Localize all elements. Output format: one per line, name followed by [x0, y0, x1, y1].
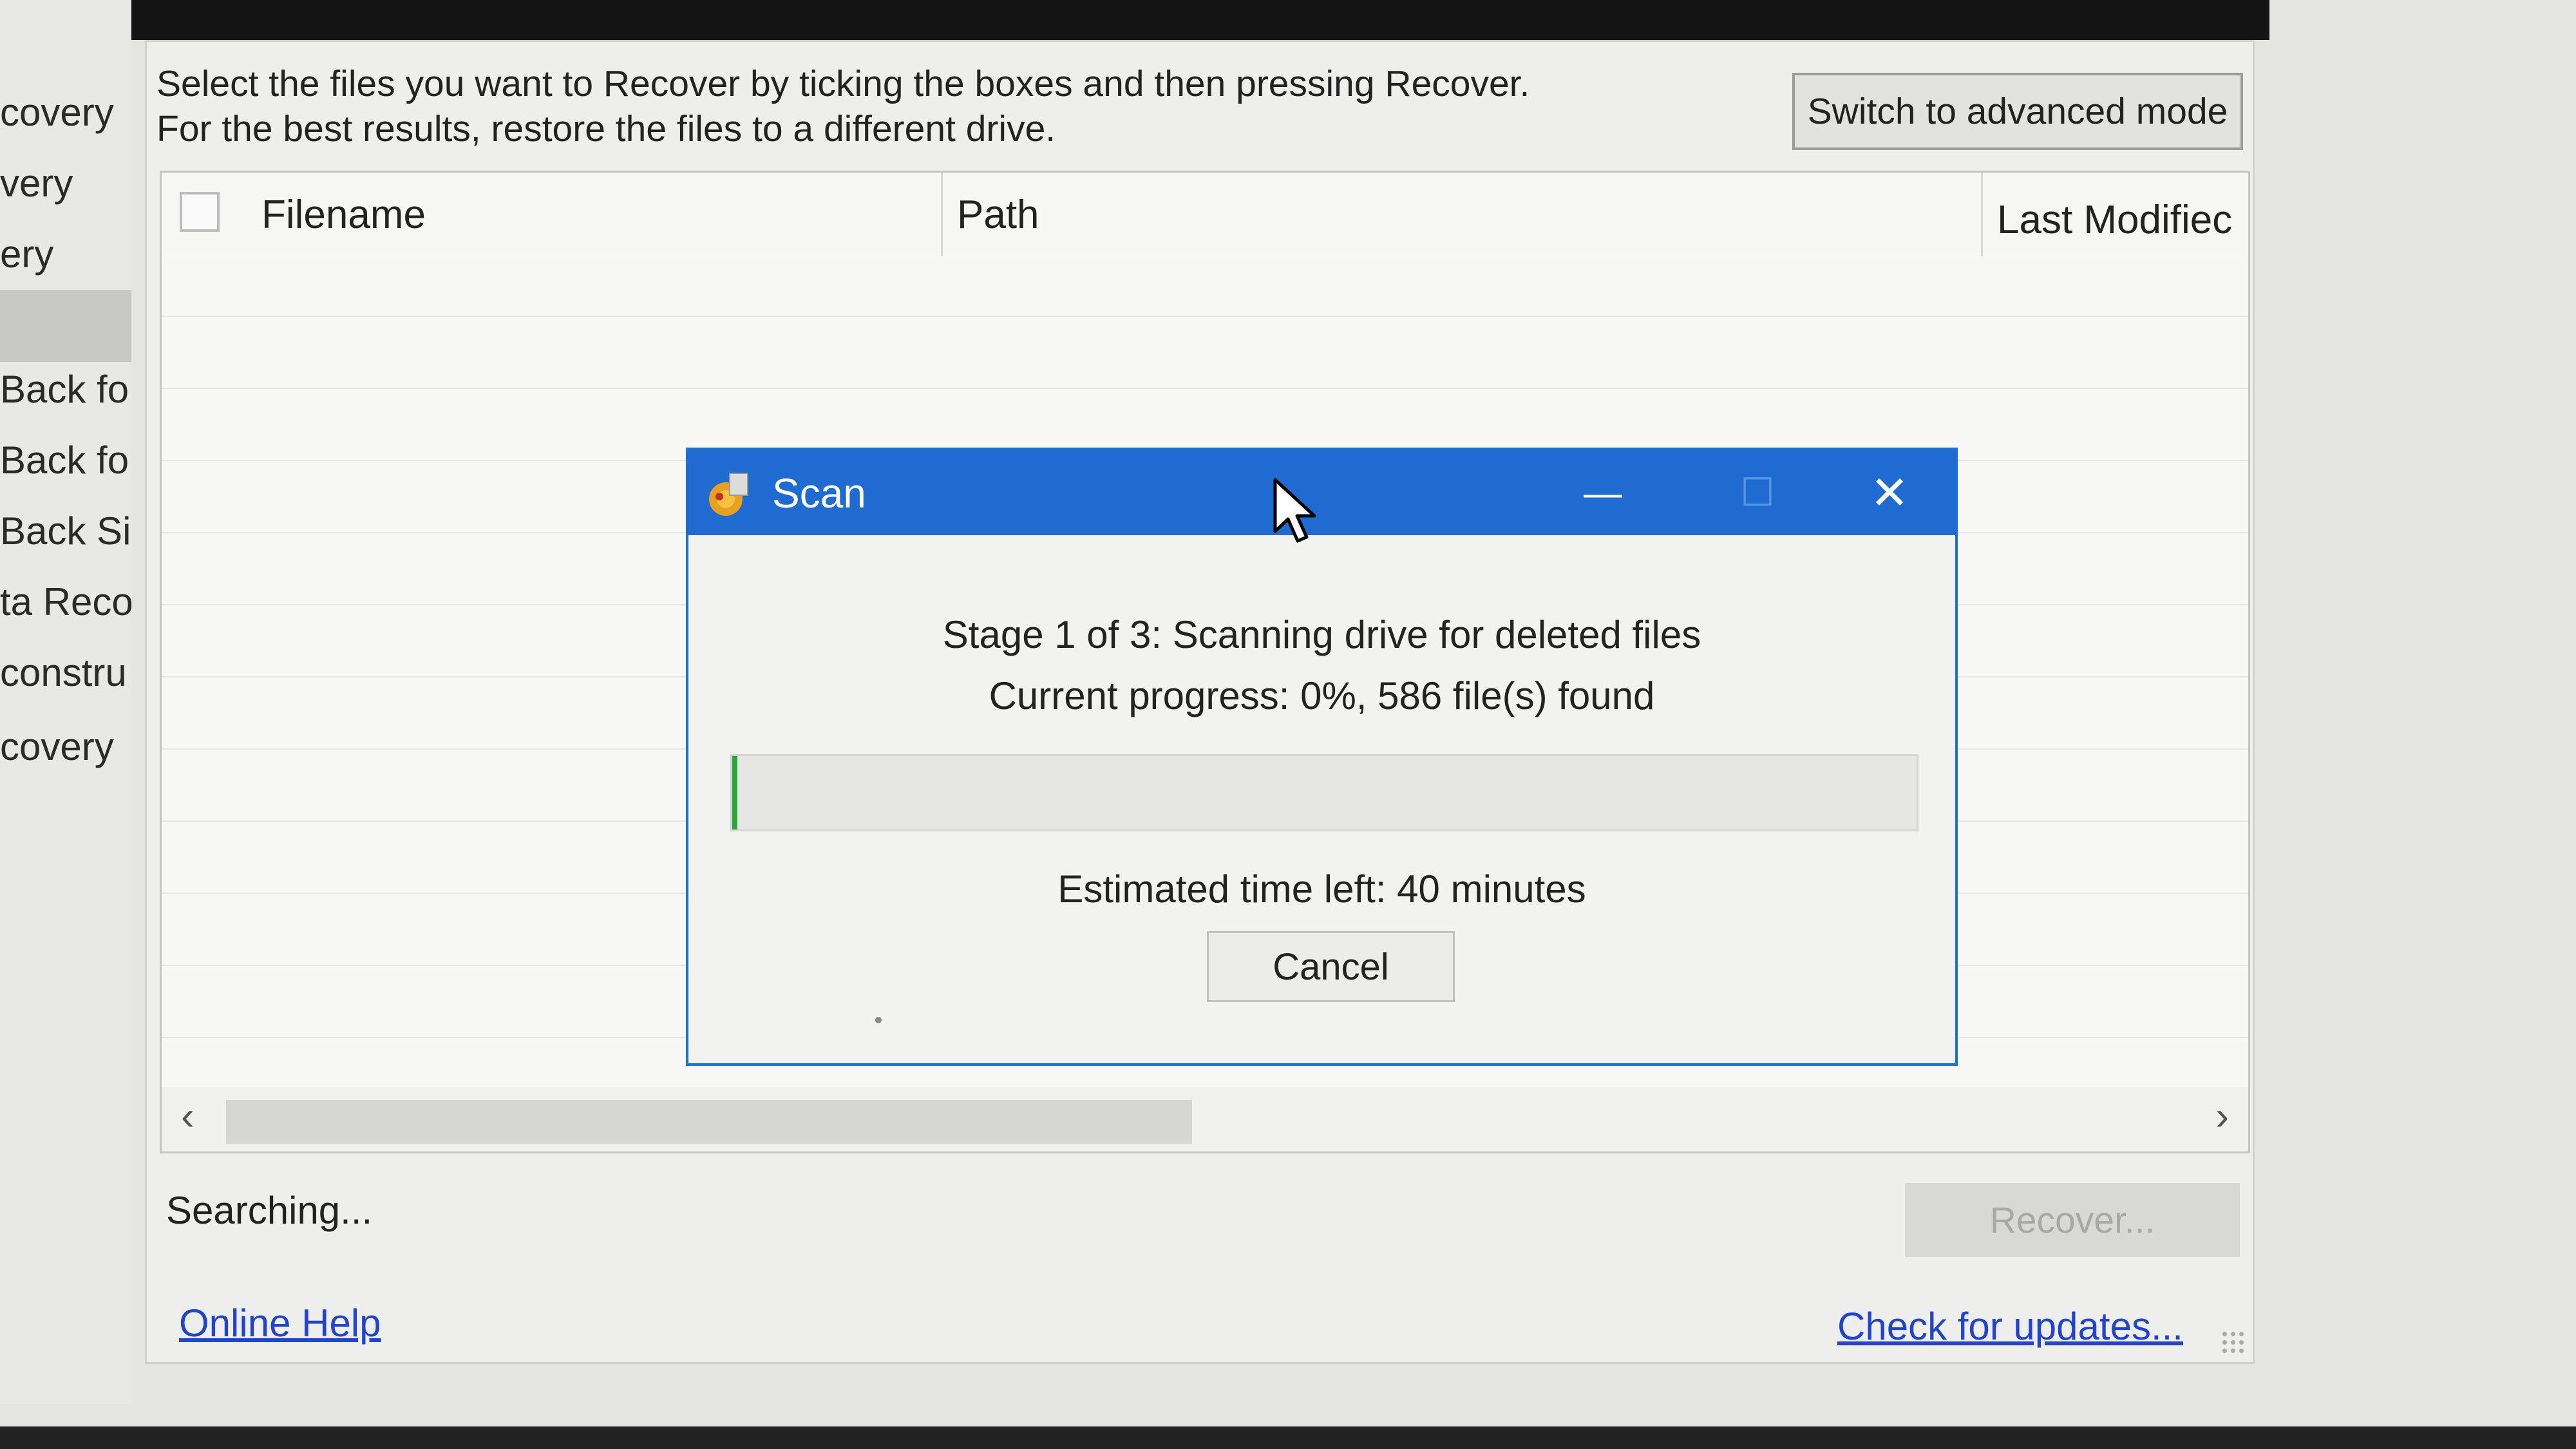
horizontal-scrollbar[interactable]: ‹ › — [162, 1087, 2248, 1151]
list-item[interactable]: very — [0, 161, 73, 205]
list-item[interactable]: ery — [0, 232, 53, 276]
instruction-line-2: For the best results, restore the files … — [156, 108, 1056, 149]
screen-bottom-edge — [0, 1426, 2576, 1449]
instructions: Select the files you want to Recover by … — [156, 61, 1530, 151]
column-header-path[interactable]: Path — [957, 192, 1039, 238]
list-item[interactable]: Back fo — [0, 367, 129, 412]
list-item[interactable]: constru — [0, 650, 127, 695]
list-item[interactable]: Back fo — [0, 438, 129, 482]
switch-to-advanced-mode-button[interactable]: Switch to advanced mode — [1792, 73, 2243, 150]
background-window-list: covery very ery Back fo Back fo Back Si … — [0, 0, 131, 1404]
select-all-checkbox[interactable] — [180, 192, 220, 232]
instruction-line-1: Select the files you want to Recover by … — [156, 63, 1530, 104]
scrollbar-thumb[interactable] — [226, 1100, 1192, 1144]
resize-grip-icon[interactable] — [2221, 1330, 2246, 1356]
list-item[interactable]: Back Si — [0, 509, 131, 553]
list-item[interactable]: ta Reco — [0, 580, 131, 624]
maximize-icon: ☐ — [1740, 471, 1775, 514]
online-help-link[interactable]: Online Help — [179, 1301, 381, 1345]
column-header-filename[interactable]: Filename — [261, 192, 426, 238]
list-item[interactable]: covery — [0, 90, 114, 135]
dialog-title: Scan — [772, 470, 866, 516]
mouse-pointer-icon — [1273, 478, 1316, 543]
cancel-button[interactable]: Cancel — [1207, 931, 1455, 1002]
selected-list-item-highlight — [0, 290, 131, 362]
check-for-updates-link[interactable]: Check for updates... — [1837, 1304, 2183, 1349]
close-icon: ✕ — [1870, 468, 1909, 519]
progress-bar-fill — [732, 756, 737, 829]
minimize-icon: — — [1584, 471, 1622, 515]
list-item[interactable]: covery — [0, 724, 114, 769]
recover-button[interactable]: Recover... — [1905, 1183, 2240, 1257]
minimize-button[interactable]: — — [1539, 450, 1667, 535]
close-button[interactable]: ✕ — [1825, 450, 1954, 535]
scroll-right-icon[interactable]: › — [2215, 1094, 2229, 1139]
recuva-app-icon — [709, 473, 748, 516]
column-header-last-modified[interactable]: Last Modifiec — [1997, 197, 2232, 243]
stage-text: Stage 1 of 3: Scanning drive for deleted… — [942, 613, 1701, 656]
estimated-time-text: Estimated time left: 40 minutes — [1057, 867, 1586, 911]
column-divider[interactable] — [941, 173, 943, 256]
dialog-body: Stage 1 of 3: Scanning drive for deleted… — [688, 535, 1955, 1063]
maximize-button: ☐ — [1693, 450, 1822, 535]
scroll-left-icon[interactable]: ‹ — [181, 1094, 194, 1139]
status-text: Searching... — [166, 1189, 373, 1232]
spinner-dot — [875, 1017, 882, 1023]
progress-text: Current progress: 0%, 586 file(s) found — [989, 674, 1655, 717]
column-divider[interactable] — [1981, 173, 1983, 256]
progress-bar — [730, 754, 1918, 831]
window-top-edge — [131, 0, 2269, 40]
list-header: Filename Path Last Modifiec — [162, 173, 2248, 256]
